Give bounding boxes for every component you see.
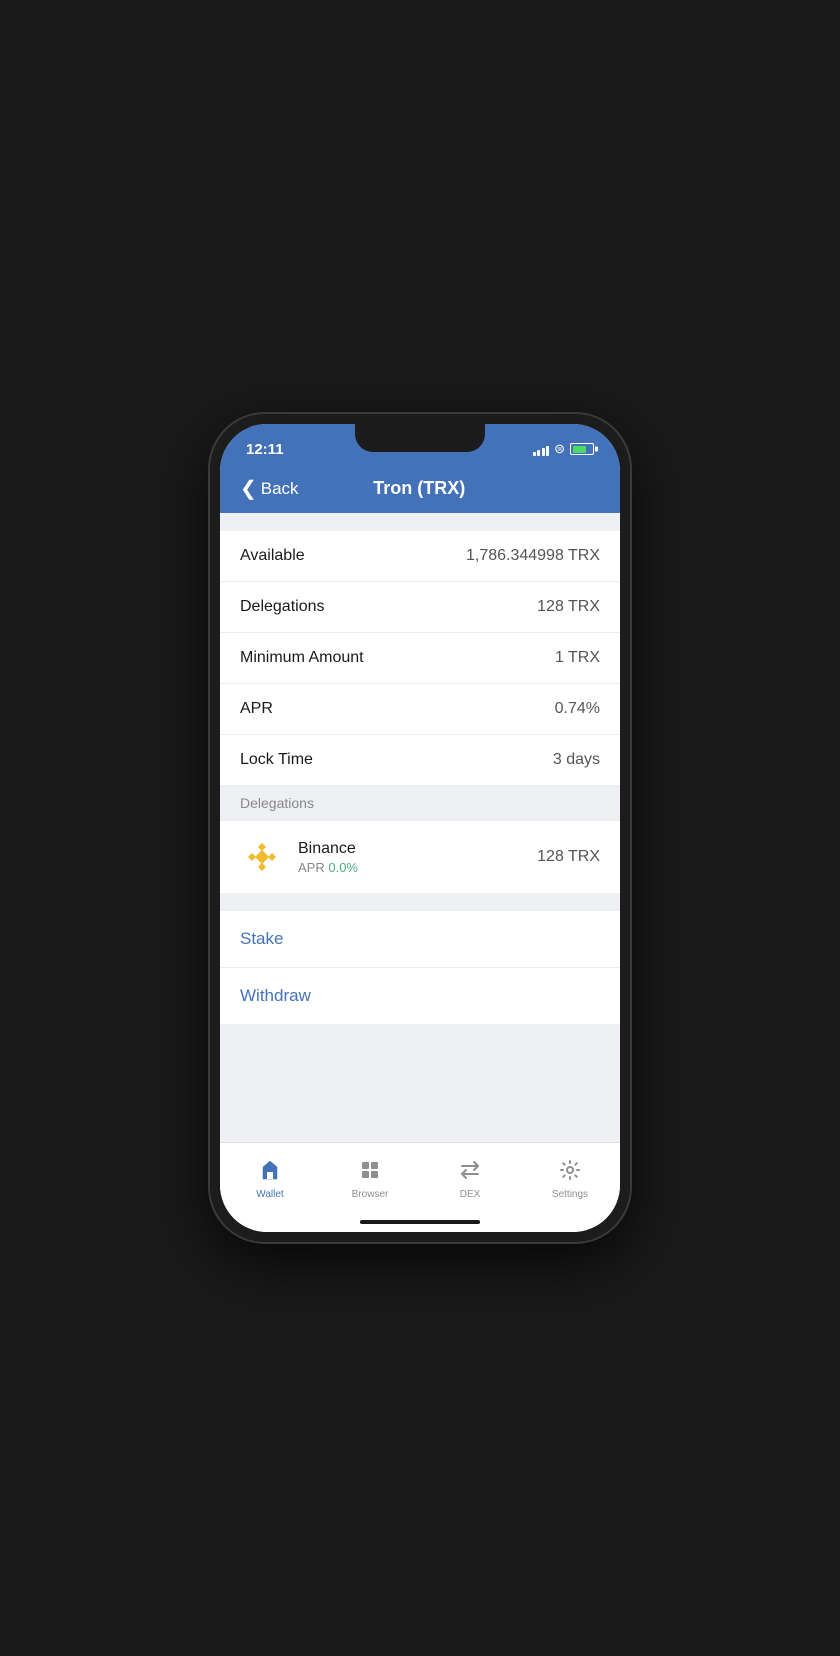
main-content: Available 1,786.344998 TRX Delegations 1… xyxy=(220,513,620,1142)
available-value: 1,786.344998 TRX xyxy=(466,547,600,565)
stake-button[interactable]: Stake xyxy=(220,911,620,968)
tab-browser[interactable]: Browser xyxy=(320,1159,420,1200)
delegation-name: Binance xyxy=(298,840,523,858)
home-bar xyxy=(360,1220,480,1224)
delegations-row: Delegations 128 TRX xyxy=(220,582,620,633)
status-time: 12:11 xyxy=(246,441,284,458)
delegation-amount: 128 TRX xyxy=(537,848,600,866)
nav-header: ❮ Back Tron (TRX) xyxy=(220,468,620,513)
tab-dex-label: DEX xyxy=(460,1189,481,1200)
mid-gap xyxy=(220,893,620,911)
tab-settings-label: Settings xyxy=(552,1189,588,1200)
home-indicator xyxy=(220,1214,620,1232)
apr-label: APR xyxy=(240,700,273,718)
apr-row: APR 0.74% xyxy=(220,684,620,735)
withdraw-button[interactable]: Withdraw xyxy=(220,968,620,1024)
bottom-spacer xyxy=(220,1024,620,1142)
back-button[interactable]: ❮ Back xyxy=(240,479,299,499)
delegation-item: Binance APR 0.0% 128 TRX xyxy=(220,821,620,893)
delegation-apr: APR 0.0% xyxy=(298,860,523,875)
tab-settings[interactable]: Settings xyxy=(520,1159,620,1200)
wifi-icon: ⊜ xyxy=(554,441,565,457)
tab-dex[interactable]: DEX xyxy=(420,1159,520,1200)
dex-icon xyxy=(459,1159,481,1185)
settings-icon xyxy=(559,1159,581,1185)
phone-frame: 12:11 ⊜ ❮ Back Tron (TRX) xyxy=(210,414,630,1242)
available-label: Available xyxy=(240,547,305,565)
lock-time-value: 3 days xyxy=(553,751,600,769)
apr-value: 0.74% xyxy=(555,700,600,718)
tab-browser-label: Browser xyxy=(352,1189,389,1200)
battery-icon xyxy=(570,443,594,455)
delegation-info: Binance APR 0.0% xyxy=(298,840,523,875)
page-title: Tron (TRX) xyxy=(299,478,540,499)
tab-wallet[interactable]: Wallet xyxy=(220,1159,320,1200)
status-icons: ⊜ xyxy=(533,441,594,457)
minimum-amount-value: 1 TRX xyxy=(555,649,600,667)
browser-icon xyxy=(359,1159,381,1185)
wallet-icon xyxy=(259,1159,281,1185)
binance-logo-icon xyxy=(240,835,284,879)
delegations-label: Delegations xyxy=(240,598,325,616)
signal-icon xyxy=(533,443,550,456)
back-label: Back xyxy=(261,479,299,499)
delegation-apr-value: 0.0% xyxy=(328,860,358,875)
action-section: Stake Withdraw xyxy=(220,911,620,1024)
delegations-value: 128 TRX xyxy=(537,598,600,616)
chevron-left-icon: ❮ xyxy=(240,479,257,499)
lock-time-row: Lock Time 3 days xyxy=(220,735,620,785)
minimum-amount-label: Minimum Amount xyxy=(240,649,364,667)
tab-bar: Wallet Browser xyxy=(220,1142,620,1214)
lock-time-label: Lock Time xyxy=(240,751,313,769)
minimum-amount-row: Minimum Amount 1 TRX xyxy=(220,633,620,684)
delegations-section-header: Delegations xyxy=(220,785,620,821)
tab-wallet-label: Wallet xyxy=(256,1189,283,1200)
info-card: Available 1,786.344998 TRX Delegations 1… xyxy=(220,531,620,785)
notch xyxy=(355,424,485,452)
available-row: Available 1,786.344998 TRX xyxy=(220,531,620,582)
phone-screen: 12:11 ⊜ ❮ Back Tron (TRX) xyxy=(220,424,620,1232)
top-gap xyxy=(220,513,620,531)
